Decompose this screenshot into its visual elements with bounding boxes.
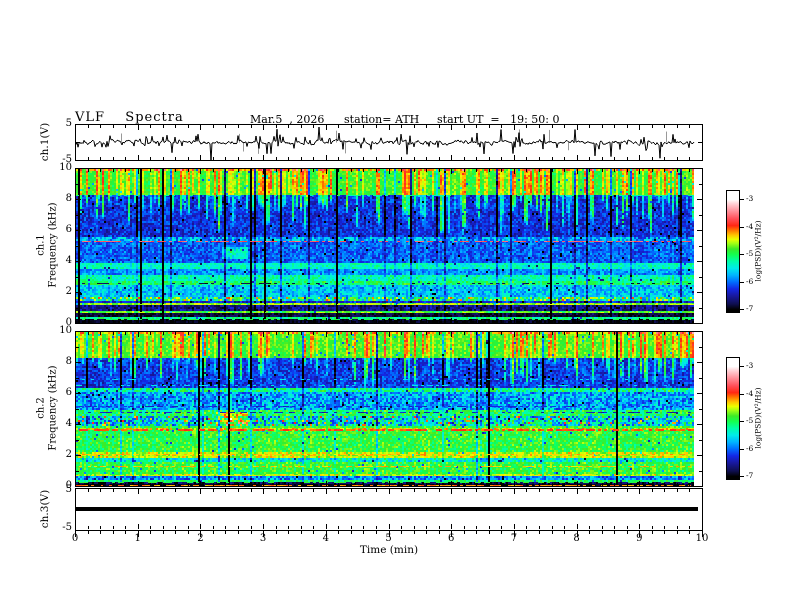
colorbar-tick-label: -6	[746, 443, 754, 453]
colorbar-tick-label: -7	[746, 471, 754, 480]
colorbar-tick-label: -4	[746, 221, 754, 231]
colorbar-tick-label: -4	[746, 388, 754, 398]
colorbar2-psd-label: log(PSD)(V²/Hz)	[753, 387, 763, 449]
tick-label: 0	[71, 533, 79, 544]
tick-label: 8	[65, 356, 72, 367]
tick-label: 2	[65, 286, 72, 297]
ch3-waveform-panel	[75, 488, 703, 538]
colorbar-tick-label: -3	[746, 361, 754, 370]
vlf-spectra-figure: VLF Spectra Mar.5 , 2026 station= ATH st…	[0, 0, 792, 612]
colorbar1-psd-label: log(PSD)(V²/Hz)	[753, 220, 763, 282]
ch2-frequency-axis-label-line1: ch.2	[35, 397, 47, 419]
time-axis-label: Time (min)	[359, 544, 419, 556]
tick-label: 0	[65, 480, 72, 491]
colorbar-tick-label: -7	[746, 304, 754, 313]
colorbar-tick-label: -5	[746, 416, 754, 425]
ch1-spectrogram-panel	[75, 168, 703, 324]
tick-label: 6	[65, 387, 72, 398]
ch2-frequency-axis-label: ch.2 Frequency (kHz)	[36, 365, 59, 450]
tick-label: 2	[65, 449, 72, 460]
tick-label: 4	[65, 255, 72, 266]
tick-label: 4	[322, 533, 329, 544]
tick-label: 8	[65, 193, 72, 204]
ch2-spectrogram-panel	[75, 331, 703, 487]
tick-label: -5	[62, 522, 72, 533]
colorbar-tick-label: -6	[746, 276, 754, 286]
colorbar-ch1	[726, 190, 746, 313]
tick-label: 3	[259, 533, 267, 544]
tick-label: 9	[636, 533, 643, 544]
colorbar-ch2	[726, 357, 746, 480]
tick-label: 6	[65, 224, 72, 235]
tick-label: 6	[448, 533, 455, 544]
tick-label: 8	[573, 533, 580, 544]
tick-label: 1	[134, 533, 141, 544]
tick-label: 5	[65, 118, 72, 129]
ch1-frequency-axis-label-line1: ch.1	[35, 234, 47, 256]
tick-label: 2	[197, 533, 204, 544]
colorbar-tick-label: -5	[746, 249, 754, 258]
plot-title: VLF Spectra	[75, 110, 184, 125]
tick-label: 10	[695, 533, 709, 544]
tick-label: 10	[59, 162, 72, 173]
tick-label: 4	[65, 418, 72, 429]
tick-label: 10	[59, 325, 72, 336]
ch1-frequency-axis-label-line2: Frequency (kHz)	[47, 202, 58, 288]
ch1-waveform-panel	[75, 124, 703, 161]
ch1-frequency-axis-label: ch.1 Frequency (kHz)	[36, 202, 59, 287]
colorbar-tick-label: -3	[746, 194, 754, 203]
tick-label: 5	[385, 533, 392, 544]
tick-label: 7	[510, 533, 518, 544]
ch2-frequency-axis-label-line2: Frequency (kHz)	[47, 365, 58, 451]
